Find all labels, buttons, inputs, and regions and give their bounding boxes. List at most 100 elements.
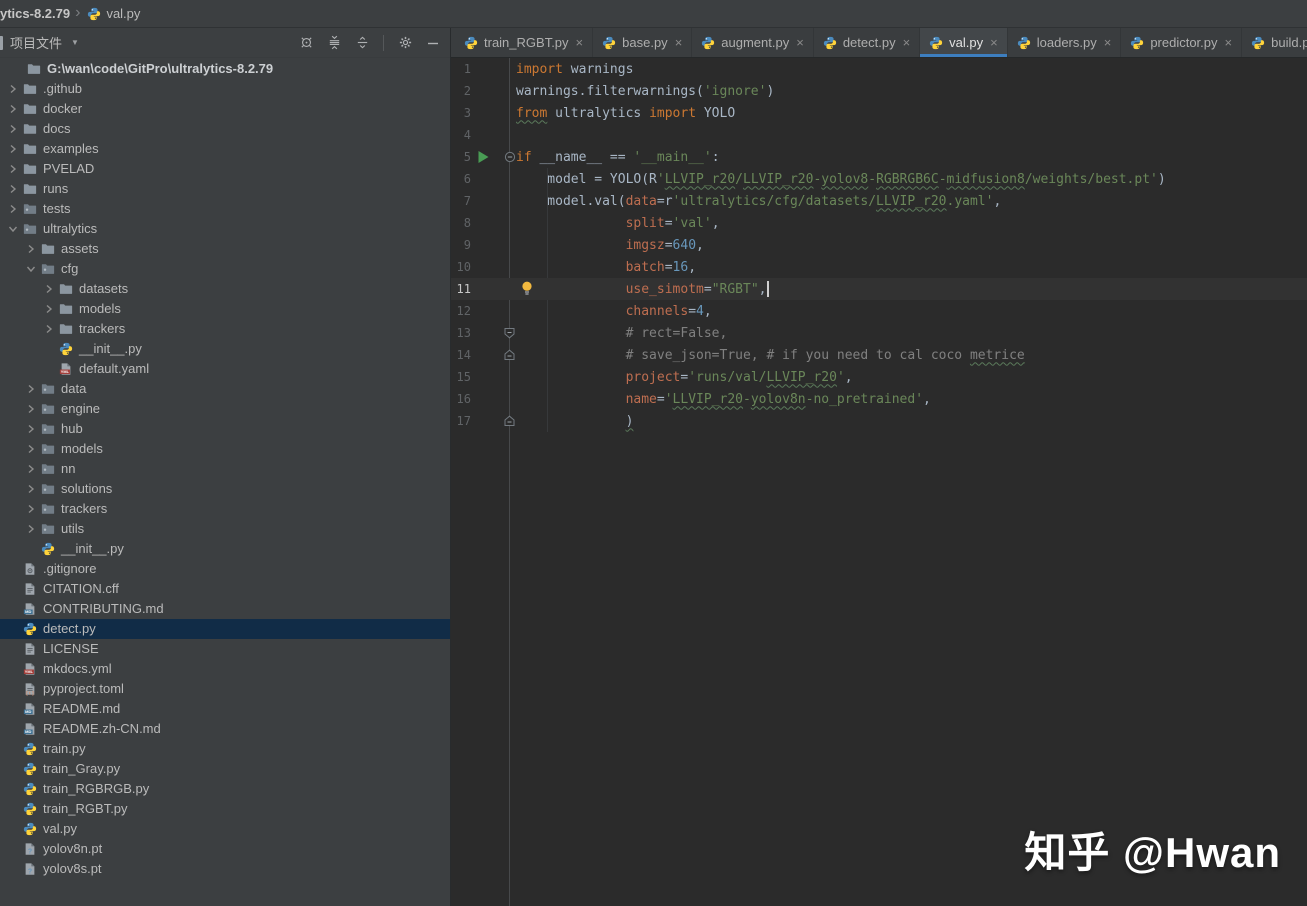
tab-close-icon[interactable]: × xyxy=(675,35,683,50)
tab-val.py[interactable]: val.py× xyxy=(920,28,1008,57)
tree-item-data[interactable]: data xyxy=(0,379,450,399)
chevron-right-icon[interactable] xyxy=(6,162,20,176)
code-line-16[interactable]: 16 name='LLVIP_r20-yolov8n-no_pretrained… xyxy=(451,388,1307,410)
code-text[interactable]: import warnings xyxy=(516,62,633,77)
chevron-right-icon[interactable] xyxy=(6,142,20,156)
chevron-right-icon[interactable] xyxy=(24,462,38,476)
tab-base.py[interactable]: base.py× xyxy=(593,28,692,57)
dropdown-caret-icon[interactable]: ▼ xyxy=(71,38,79,47)
code-text[interactable]: project='runs/val/LLVIP_r20', xyxy=(516,370,853,385)
code-line-13[interactable]: 13 # rect=False, xyxy=(451,322,1307,344)
line-number[interactable]: 6 xyxy=(451,172,471,186)
tab-augment.py[interactable]: augment.py× xyxy=(692,28,814,57)
tree-item-ultralytics[interactable]: ultralytics xyxy=(0,219,450,239)
code-line-8[interactable]: 8 split='val', xyxy=(451,212,1307,234)
tree-item-train_RGBT.py[interactable]: train_RGBT.py xyxy=(0,799,450,819)
code-line-6[interactable]: 6 model = YOLO(R'LLVIP_r20/LLVIP_r20-yol… xyxy=(451,168,1307,190)
tree-item-cfg[interactable]: cfg xyxy=(0,259,450,279)
chevron-right-icon[interactable] xyxy=(42,322,56,336)
tree-item-yolov8n.pt[interactable]: ?yolov8n.pt xyxy=(0,839,450,859)
tree-item-nn[interactable]: nn xyxy=(0,459,450,479)
code-line-5[interactable]: 5 if __name__ == '__main__': xyxy=(451,146,1307,168)
line-number[interactable]: 7 xyxy=(451,194,471,208)
chevron-right-icon[interactable] xyxy=(24,442,38,456)
tab-build.py[interactable]: build.py× xyxy=(1242,28,1307,57)
code-text[interactable]: # save_json=True, # if you need to cal c… xyxy=(516,348,1025,363)
tree-item-train.py[interactable]: train.py xyxy=(0,739,450,759)
chevron-right-icon[interactable] xyxy=(6,202,20,216)
breadcrumb-project[interactable]: ytics-8.2.79 xyxy=(0,6,70,21)
line-number[interactable]: 5 xyxy=(451,150,471,164)
code-text[interactable]: ) xyxy=(516,414,633,429)
line-number[interactable]: 14 xyxy=(451,348,471,362)
tree-item-models[interactable]: models xyxy=(0,439,450,459)
code-editor[interactable]: 1 import warnings 2 warnings.filterwarnings… xyxy=(451,58,1307,906)
line-number[interactable]: 4 xyxy=(451,128,471,142)
tree-item-LICENSE[interactable]: LICENSE xyxy=(0,639,450,659)
tree-item-runs[interactable]: runs xyxy=(0,179,450,199)
tab-close-icon[interactable]: × xyxy=(990,35,998,50)
code-text[interactable]: warnings.filterwarnings('ignore') xyxy=(516,84,774,99)
line-number[interactable]: 12 xyxy=(451,304,471,318)
tree-item-docker[interactable]: docker xyxy=(0,99,450,119)
tree-item-__init__.py[interactable]: __init__.py xyxy=(0,539,450,559)
tree-item-trackers[interactable]: trackers xyxy=(0,499,450,519)
code-text[interactable]: from ultralytics import YOLO xyxy=(516,106,735,121)
tree-item-docs[interactable]: docs xyxy=(0,119,450,139)
code-line-1[interactable]: 1 import warnings xyxy=(451,58,1307,80)
code-line-9[interactable]: 9 imgsz=640, xyxy=(451,234,1307,256)
tree-item-detect.py[interactable]: detect.py xyxy=(0,619,450,639)
chevron-down-icon[interactable] xyxy=(6,222,20,236)
tree-item-G-wan-code-GitPro-ultralytics-8.2.79[interactable]: G:\wan\code\GitPro\ultralytics-8.2.79 xyxy=(0,59,450,79)
code-line-15[interactable]: 15 project='runs/val/LLVIP_r20', xyxy=(451,366,1307,388)
code-text[interactable]: model.val(data=r'ultralytics/cfg/dataset… xyxy=(516,194,1001,209)
run-icon[interactable] xyxy=(471,151,495,163)
collapse-all-icon[interactable] xyxy=(355,35,370,50)
chevron-right-icon[interactable] xyxy=(24,482,38,496)
code-text[interactable]: name='LLVIP_r20-yolov8n-no_pretrained', xyxy=(516,392,931,407)
fold-marker-icon[interactable] xyxy=(495,349,516,361)
chevron-right-icon[interactable] xyxy=(6,122,20,136)
tree-item-trackers[interactable]: trackers xyxy=(0,319,450,339)
tree-item-CONTRIBUTING.md[interactable]: MDCONTRIBUTING.md xyxy=(0,599,450,619)
tree-item-datasets[interactable]: datasets xyxy=(0,279,450,299)
tree-item-train_Gray.py[interactable]: train_Gray.py xyxy=(0,759,450,779)
code-line-4[interactable]: 4 xyxy=(451,124,1307,146)
chevron-right-icon[interactable] xyxy=(24,382,38,396)
line-number[interactable]: 10 xyxy=(451,260,471,274)
code-text[interactable]: if __name__ == '__main__': xyxy=(516,150,720,165)
code-line-3[interactable]: 3from ultralytics import YOLO xyxy=(451,102,1307,124)
tree-item-mkdocs.yml[interactable]: YMLmkdocs.yml xyxy=(0,659,450,679)
line-number[interactable]: 15 xyxy=(451,370,471,384)
tab-train_RGBT.py[interactable]: train_RGBT.py× xyxy=(455,28,593,57)
chevron-right-icon[interactable] xyxy=(24,522,38,536)
code-text[interactable]: channels=4, xyxy=(516,304,712,319)
project-view-selector[interactable]: 项目文件 xyxy=(10,33,62,52)
code-line-11[interactable]: 11 use_simotm="RGBT", xyxy=(451,278,1307,300)
code-line-2[interactable]: 2 warnings.filterwarnings('ignore') xyxy=(451,80,1307,102)
line-number[interactable]: 16 xyxy=(451,392,471,406)
chevron-right-icon[interactable] xyxy=(42,282,56,296)
tab-loaders.py[interactable]: loaders.py× xyxy=(1008,28,1122,57)
code-text[interactable]: imgsz=640, xyxy=(516,238,704,253)
line-number[interactable]: 1 xyxy=(451,62,471,76)
tree-item-default.yaml[interactable]: YMLdefault.yaml xyxy=(0,359,450,379)
line-number[interactable]: 11 xyxy=(451,282,471,296)
tree-item-val.py[interactable]: val.py xyxy=(0,819,450,839)
code-line-10[interactable]: 10 batch=16, xyxy=(451,256,1307,278)
chevron-right-icon[interactable] xyxy=(6,82,20,96)
code-text[interactable]: split='val', xyxy=(516,216,720,231)
tree-item-solutions[interactable]: solutions xyxy=(0,479,450,499)
tree-item-CITATION.cff[interactable]: CITATION.cff xyxy=(0,579,450,599)
tree-item-README.md[interactable]: MDREADME.md xyxy=(0,699,450,719)
code-text[interactable]: batch=16, xyxy=(516,260,696,275)
line-number[interactable]: 2 xyxy=(451,84,471,98)
tree-item-utils[interactable]: utils xyxy=(0,519,450,539)
chevron-right-icon[interactable] xyxy=(42,302,56,316)
locate-icon[interactable] xyxy=(299,35,314,50)
tree-item-README.zh-CN.md[interactable]: MDREADME.zh-CN.md xyxy=(0,719,450,739)
chevron-right-icon[interactable] xyxy=(6,182,20,196)
chevron-right-icon[interactable] xyxy=(6,102,20,116)
code-line-17[interactable]: 17 ) xyxy=(451,410,1307,432)
tab-close-icon[interactable]: × xyxy=(903,35,911,50)
